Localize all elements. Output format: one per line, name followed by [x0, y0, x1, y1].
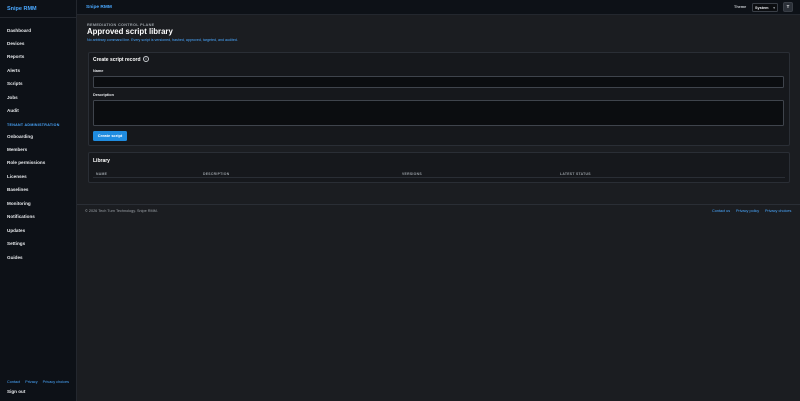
sidebar-item-settings[interactable]: Settings [7, 241, 25, 246]
sidebar-item-audit[interactable]: Audit [7, 108, 19, 113]
avatar[interactable]: T [783, 2, 793, 12]
sidebar-item-jobs[interactable]: Jobs [7, 95, 18, 100]
sidebar-item-updates[interactable]: Updates [7, 228, 25, 233]
footer-copyright: © 2026 Tech Turn Technology. Snipe RMM. [85, 209, 158, 213]
table-divider [93, 177, 785, 178]
top-bar: Snipe RMM Theme System ▾ T [77, 0, 800, 15]
page-subtitle: No arbitrary command line. Every script … [87, 38, 238, 42]
sidebar-item-licenses[interactable]: Licenses [7, 174, 27, 179]
sidebar-section-title: TENANT ADMINISTRATION [7, 123, 60, 127]
sidebar-item-scripts[interactable]: Scripts [7, 81, 23, 86]
library-title: Library [93, 158, 110, 164]
footer-privacy-choices-link[interactable]: Privacy choices [765, 209, 791, 213]
column-header-latest-status: LATEST STATUS [560, 172, 591, 176]
name-input[interactable] [93, 76, 784, 88]
chevron-down-icon: ▾ [773, 5, 775, 10]
sidebar-privacy-choices-link[interactable]: Privacy choices [43, 380, 69, 384]
theme-label: Theme [734, 5, 747, 9]
column-header-versions: VERSIONS [402, 172, 422, 176]
column-header-description: DESCRIPTION [203, 172, 230, 176]
name-label: Name [93, 69, 104, 73]
sidebar-item-reports[interactable]: Reports [7, 54, 24, 59]
sign-out-button[interactable]: Sign out [7, 389, 25, 394]
topbar-brand[interactable]: Snipe RMM [86, 5, 112, 10]
sidebar-privacy-link[interactable]: Privacy [25, 380, 37, 384]
page-title: Approved script library [87, 27, 173, 36]
theme-select-value: System [755, 6, 769, 10]
footer-divider [77, 204, 800, 205]
sidebar-item-baselines[interactable]: Baselines [7, 187, 28, 192]
sidebar: Snipe RMM Dashboard Devices Reports Aler… [0, 0, 77, 401]
sidebar-item-onboarding[interactable]: Onboarding [7, 134, 33, 139]
library-card [88, 152, 790, 183]
description-textarea[interactable] [93, 100, 784, 126]
sidebar-item-members[interactable]: Members [7, 147, 27, 152]
sidebar-item-guides[interactable]: Guides [7, 255, 23, 260]
footer-privacy-link[interactable]: Privacy policy [736, 209, 759, 213]
sidebar-contact-link[interactable]: Contact [7, 380, 20, 384]
sidebar-divider [0, 17, 77, 18]
sidebar-item-dashboard[interactable]: Dashboard [7, 28, 31, 33]
footer-contact-link[interactable]: Contact us [712, 209, 730, 213]
description-label: Description [93, 93, 114, 97]
column-header-name: NAME [96, 172, 108, 176]
sidebar-item-role-permissions[interactable]: Role permissions [7, 160, 45, 165]
sidebar-item-alerts[interactable]: Alerts [7, 68, 20, 73]
create-script-card [88, 52, 790, 146]
sidebar-footer-links: Contact Privacy Privacy choices [7, 380, 73, 384]
create-card-title: Create script record [93, 57, 141, 63]
sidebar-item-notifications[interactable]: Notifications [7, 214, 35, 219]
sidebar-item-monitoring[interactable]: Monitoring [7, 201, 31, 206]
info-icon[interactable]: i [143, 56, 149, 62]
sidebar-item-devices[interactable]: Devices [7, 41, 24, 46]
create-script-button[interactable]: Create script [93, 131, 127, 141]
theme-select[interactable]: System ▾ [752, 3, 778, 12]
sidebar-brand[interactable]: Snipe RMM [7, 6, 37, 12]
